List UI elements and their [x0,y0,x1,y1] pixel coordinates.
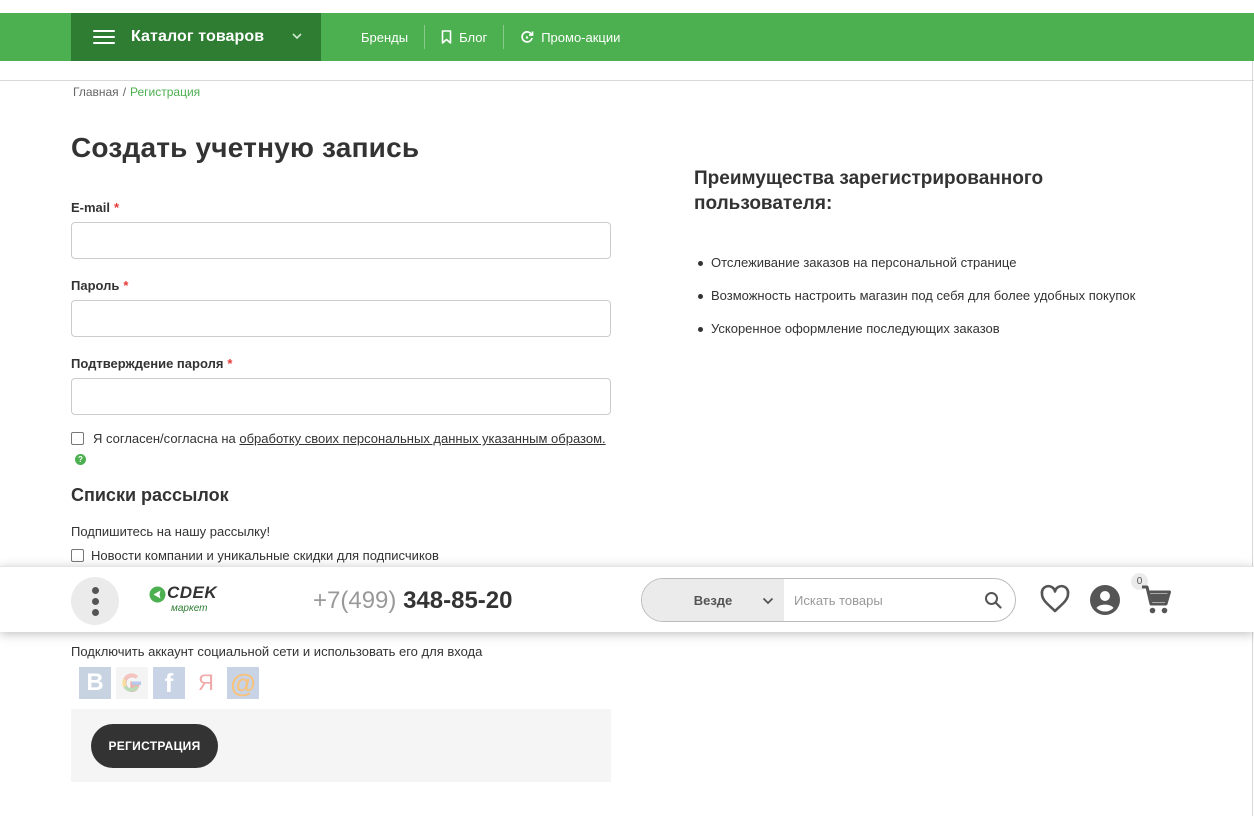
phone-prefix: +7(499) [313,587,397,614]
search-scope-select[interactable]: Везде [642,579,784,621]
hamburger-icon [93,30,115,44]
search-button[interactable] [971,579,1015,621]
dot-icon [91,586,99,594]
benefit-text: Отслеживание заказов на персональной стр… [711,255,1017,270]
logo-subtext: маркет [171,603,208,614]
newsletter-checkbox[interactable] [71,549,84,562]
bullet-icon [698,294,703,299]
help-icon[interactable]: ? [75,454,86,465]
social-login-text: Подключить аккаунт социальной сети и исп… [71,644,483,659]
page-title: Создать учетную запись [71,132,420,163]
chevron-down-icon [762,597,774,605]
benefit-text: Ускоренное оформление последующих заказо… [711,321,1000,336]
search-input[interactable] [784,579,971,621]
facebook-glyph: f [164,668,174,698]
bullet-icon [698,327,703,332]
confirm-password-label: Подтверждение пароля * [71,356,232,371]
consent-row: Я согласен/согласна на обработку своих п… [71,429,611,469]
nav-link-brands[interactable]: Бренды [345,25,424,49]
logo-text: CDEK [167,583,218,602]
list-item: Возможность настроить магазин под себя д… [698,288,1135,321]
phone-number[interactable]: +7(499) 348-85-20 [313,587,512,615]
list-item: Отслеживание заказов на персональной стр… [698,255,1135,288]
nav-link-label: Промо-акции [541,29,621,45]
vk-glyph: В [86,669,104,696]
nav-link-label: Блог [459,29,488,45]
consent-checkbox[interactable] [71,432,84,445]
newsletter-title: Списки рассылок [71,485,229,505]
heart-icon[interactable] [1039,584,1071,614]
bullet-icon [698,261,703,266]
cdek-logo-mark-icon [149,586,166,603]
catalog-label: Каталог товаров [131,28,265,45]
nav-link-label: Бренды [361,29,409,45]
required-mark: * [123,278,129,293]
newsletter-option-label: Новости компании и уникальные скидки для… [91,548,439,563]
right-border [1252,61,1253,816]
email-label: E-mail * [71,200,119,215]
password-label-text: Пароль [71,278,120,293]
dot-icon [91,608,99,616]
search-icon [985,592,1002,609]
breadcrumb-separator: / [122,85,127,99]
facebook-icon[interactable]: f [153,667,185,699]
required-mark: * [114,200,120,215]
user-account-icon[interactable] [1089,584,1121,616]
more-menu-button[interactable] [71,577,119,625]
newsletter-subtitle: Подпишитесь на нашу рассылку! [71,524,271,539]
nav-links: Бренды Блог Промо-акции [345,13,636,61]
mail-glyph: @ [230,667,256,698]
vk-icon[interactable]: В [79,667,111,699]
breadcrumb: Главная / Регистрация [73,85,200,99]
password-field[interactable] [71,300,611,337]
refresh-icon [521,31,534,43]
confirm-password-field[interactable] [71,378,611,415]
required-mark: * [227,356,233,371]
cart-icon[interactable] [1140,584,1172,616]
benefits-title: Преимущества зарегистрированного пользов… [694,168,1044,214]
main-navbar: Каталог товаров Бренды Блог Промо-акции [0,13,1254,61]
phone-main: 348-85-20 [403,587,513,614]
bookmark-icon [441,30,452,44]
google-icon[interactable] [116,667,148,699]
nav-link-blog[interactable]: Блог [424,25,503,49]
social-login-buttons: В f Я @ [79,667,264,699]
consent-text: Я согласен/согласна на [93,431,240,446]
benefit-text: Возможность настроить магазин под себя д… [711,288,1136,303]
search-scope-label: Везде [693,592,733,608]
email-label-text: E-mail [71,200,111,215]
register-panel: РЕГИСТРАЦИЯ [71,709,611,782]
yandex-icon[interactable]: Я [190,667,222,699]
mail-ru-icon[interactable]: @ [227,667,259,699]
email-field[interactable] [71,222,611,259]
chevron-down-icon [292,33,302,40]
divider [0,80,1254,81]
breadcrumb-home-link[interactable]: Главная [73,85,119,99]
google-logo-icon [122,673,141,693]
search-bar: Везде [641,578,1016,622]
register-button[interactable]: РЕГИСТРАЦИЯ [91,724,218,768]
cdek-market-logo[interactable]: CDEK маркет [149,583,229,618]
consent-link[interactable]: обработку своих персональных данных указ… [239,431,605,446]
catalog-menu-button[interactable]: Каталог товаров [71,13,321,61]
newsletter-option-row: Новости компании и уникальные скидки для… [71,548,439,563]
benefits-list: Отслеживание заказов на персональной стр… [698,255,1135,354]
sticky-header: CDEK маркет +7(499) 348-85-20 Везде 0 [0,566,1254,632]
breadcrumb-current: Регистрация [130,85,201,99]
top-strip [0,0,1254,13]
nav-link-promo[interactable]: Промо-акции [503,25,636,49]
confirm-password-label-text: Подтверждение пароля [71,356,224,371]
dot-icon [91,597,99,605]
yandex-glyph: Я [198,670,214,695]
password-label: Пароль * [71,278,128,293]
list-item: Ускоренное оформление последующих заказо… [698,321,1135,354]
